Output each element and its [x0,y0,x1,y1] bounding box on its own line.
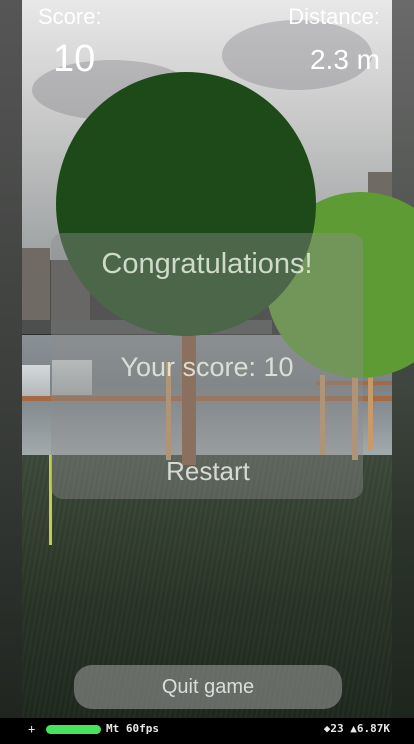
score-label: Score: [38,4,102,29]
final-score-text: Your score: 10 [120,352,294,382]
fps-readout: Mt 60fps [106,722,159,735]
score-value: 10 [53,38,96,80]
dialog-title: Congratulations! [101,248,313,280]
distance-value: 2.3 m [309,44,380,75]
restart-button[interactable]: Restart [108,450,308,492]
quit-game-button[interactable]: Quit game [74,665,342,709]
stats-plus-icon[interactable]: + [28,722,35,736]
fps-bar [46,725,101,734]
distance-label: Distance: [288,4,380,29]
draw-stats-readout: ◆23 ▲6.87K [323,722,390,735]
